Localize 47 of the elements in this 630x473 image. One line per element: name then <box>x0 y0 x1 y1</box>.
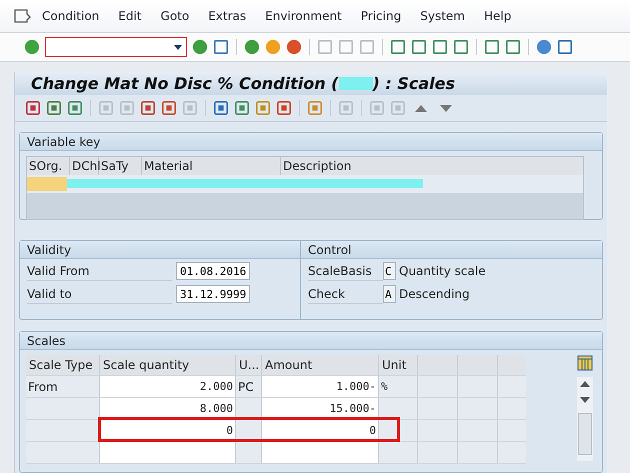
screen-title: Change Mat No Disc % Condition ( <box>31 74 338 94</box>
up-icon[interactable] <box>415 104 427 112</box>
menu-item[interactable]: Condition <box>42 9 100 23</box>
code-description: Quantity scale <box>399 264 486 278</box>
code-field[interactable]: C <box>383 262 396 280</box>
dropdown-icon[interactable] <box>174 44 182 50</box>
input-cell[interactable]: 0 <box>100 420 236 441</box>
menu-item[interactable]: Help <box>484 9 512 23</box>
screen-title: ) : Scales <box>372 74 456 94</box>
field-label: Valid to <box>27 284 172 304</box>
input-cell[interactable]: 0 <box>262 420 379 441</box>
command-field[interactable] <box>45 37 187 57</box>
code-description: Descending <box>399 287 470 301</box>
column-header: U... <box>236 355 262 375</box>
scrollbar[interactable] <box>577 377 593 461</box>
input-cell[interactable]: 15.000- <box>262 398 379 419</box>
date-field[interactable]: 31.12.9999 <box>176 285 250 303</box>
column-header: Unit <box>379 355 418 375</box>
panel-title: Control <box>308 242 352 256</box>
scroll-down-icon[interactable] <box>580 397 590 403</box>
date-field[interactable]: 01.08.2016 <box>176 262 250 280</box>
column-header: Description <box>282 158 352 175</box>
column-header: Amount <box>262 355 379 375</box>
menu-item[interactable]: Pricing <box>360 9 402 23</box>
column-header: Scale quantity <box>100 355 236 375</box>
column-header: Scale Type <box>26 355 100 375</box>
input-cell[interactable]: 1.000- <box>262 376 379 397</box>
panel-title: Validity <box>27 242 72 256</box>
input-cell[interactable]: 2.000 <box>100 376 236 397</box>
panel-title: Variable key <box>27 134 100 148</box>
table-settings-icon[interactable] <box>577 355 593 371</box>
menu-item[interactable]: Edit <box>118 9 142 23</box>
menu-item[interactable]: System <box>420 9 465 23</box>
input-cell[interactable] <box>262 442 379 463</box>
table-cell: % <box>379 376 418 397</box>
menu-item[interactable]: Environment <box>265 9 342 23</box>
field-label: Valid From <box>27 262 172 280</box>
menu-item[interactable]: Goto <box>160 9 190 23</box>
redaction-mark <box>338 77 372 90</box>
input-cell[interactable]: 8.000 <box>100 398 236 419</box>
scroll-up-icon[interactable] <box>580 381 590 387</box>
panel-title: Scales <box>27 334 66 348</box>
down-icon[interactable] <box>440 104 452 112</box>
menu-icon[interactable] <box>13 8 31 24</box>
input-cell[interactable] <box>100 442 236 463</box>
code-field[interactable]: A <box>383 285 396 303</box>
menu-item[interactable]: Extras <box>208 9 246 23</box>
